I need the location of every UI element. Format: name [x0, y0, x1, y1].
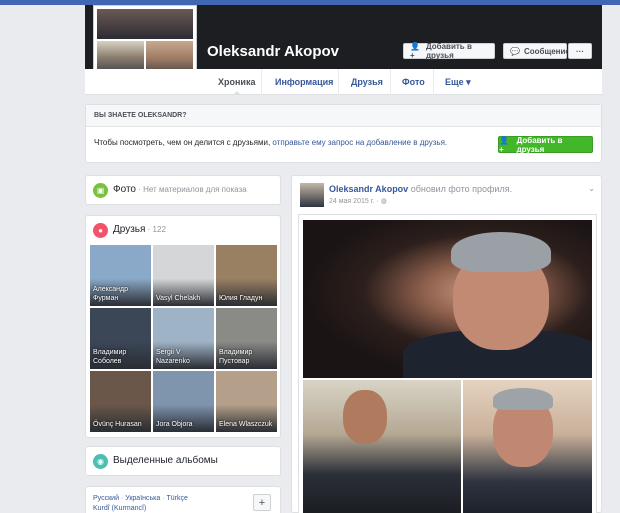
friends-grid: Александр Фурман Vasyl Chelakh Юлия Гладун…: [90, 245, 278, 432]
friend-name[interactable]: Jora Objora: [156, 420, 193, 429]
friend-name[interactable]: Александр Фурман: [93, 285, 151, 303]
post-photo-right[interactable]: [463, 380, 592, 513]
add-friend-green-button[interactable]: 👤+ Добавить в друзья: [498, 135, 593, 154]
tab-more[interactable]: Еще ▾: [445, 69, 471, 95]
tab-photos[interactable]: Фото: [402, 69, 425, 95]
more-languages-button[interactable]: +: [253, 494, 271, 511]
add-friend-icon: 👤+: [410, 42, 420, 60]
profile-tabs: Хроника Информация Друзья Фото Еще ▾: [85, 69, 602, 95]
timeline-post: Oleksandr Akopov обновил фото профиля. 2…: [291, 175, 602, 513]
tab-about[interactable]: Информация: [275, 69, 333, 95]
post-photo-main[interactable]: [303, 220, 592, 378]
friend-tile[interactable]: Александр Фурман: [90, 245, 151, 306]
friend-name[interactable]: Övünç Hurasan: [93, 420, 142, 429]
do-you-know-heading: ВЫ ЗНАЕТЕ OLEKSANDR?: [86, 105, 601, 127]
post-photo-left[interactable]: [303, 380, 461, 513]
friends-card-title[interactable]: Друзья: [113, 224, 145, 235]
message-label: Сообщение: [523, 46, 570, 56]
photos-card-subtitle: · Нет материалов для показа: [135, 185, 247, 194]
friend-name[interactable]: Elena Wlaszczuk: [219, 420, 272, 429]
friends-icon: ●: [93, 223, 108, 238]
post-header: Oleksandr Akopov обновил фото профиля.: [329, 184, 512, 194]
friends-count: · 122: [145, 225, 166, 234]
do-you-know-box: ВЫ ЗНАЕТЕ OLEKSANDR? Чтобы посмотреть, ч…: [85, 104, 602, 163]
add-friend-label: Добавить в друзья: [425, 42, 472, 60]
friend-name[interactable]: Vasyl Chelakh: [156, 294, 200, 303]
post-date-text[interactable]: 24 мая 2015 г. ·: [329, 198, 381, 205]
lang-russian[interactable]: Русский: [93, 495, 119, 502]
friends-card: ● Друзья · 122 Александр Фурман Vasyl Che…: [85, 215, 281, 438]
albums-icon: ◉: [93, 454, 108, 469]
friend-tile[interactable]: Vasyl Chelakh: [153, 245, 214, 306]
language-card: Русский · Українська · Türkçe Kurdî (Kur…: [85, 486, 281, 513]
post-date: 24 мая 2015 г. · ◍: [329, 197, 387, 205]
friend-tile[interactable]: Övünç Hurasan: [90, 371, 151, 432]
post-author-name[interactable]: Oleksandr Akopov: [329, 184, 408, 194]
friend-tile[interactable]: Юлия Гладун: [216, 245, 277, 306]
friend-name[interactable]: Владимир Пустовар: [219, 348, 277, 366]
photo-icon: ▣: [93, 183, 108, 198]
friend-tile[interactable]: Владимир Соболев: [90, 308, 151, 369]
add-friend-green-label: Добавить в друзья: [516, 135, 563, 154]
post-photo-collage: [298, 214, 597, 513]
photos-card: ▣ Фото · Нет материалов для показа: [85, 175, 281, 205]
message-button[interactable]: 💬 Сообщение: [503, 43, 570, 59]
post-author-avatar[interactable]: [300, 183, 324, 207]
lang-kurdish[interactable]: Kurdî (Kurmancî): [93, 505, 146, 512]
featured-albums-title[interactable]: Выделенные альбомы: [113, 455, 218, 466]
globe-icon: ◍: [380, 198, 387, 205]
friend-tile[interactable]: Sergii V Nazarenko: [153, 308, 214, 369]
friend-name[interactable]: Владимир Соболев: [93, 348, 151, 366]
post-action-text: обновил фото профиля.: [408, 184, 513, 194]
lang-ukrainian[interactable]: Українська: [125, 495, 160, 502]
tab-friends[interactable]: Друзья: [351, 69, 383, 95]
add-friend-button[interactable]: 👤+ Добавить в друзья: [403, 42, 495, 60]
add-friend-icon: 👤+: [499, 135, 509, 154]
more-options-button[interactable]: ···: [568, 43, 592, 59]
do-you-know-prefix: Чтобы посмотреть, чем он делится с друзь…: [94, 138, 273, 147]
featured-albums-card: ◉ Выделенные альбомы: [85, 446, 281, 476]
more-options-icon: ···: [576, 46, 584, 56]
messenger-icon: 💬: [510, 46, 520, 56]
post-options-chevron-icon[interactable]: ⌄: [588, 184, 595, 193]
profile-name[interactable]: Oleksandr Akopov: [207, 43, 339, 60]
friend-name[interactable]: Юлия Гладун: [219, 294, 262, 303]
profile-picture-top: [97, 9, 193, 39]
do-you-know-text: Чтобы посмотреть, чем он делится с друзь…: [94, 138, 447, 147]
photos-card-title[interactable]: Фото: [113, 184, 136, 195]
friend-name[interactable]: Sergii V Nazarenko: [156, 348, 214, 366]
tab-timeline[interactable]: Хроника: [218, 69, 255, 95]
send-request-link[interactable]: отправьте ему запрос на добавление в дру…: [272, 138, 447, 147]
lang-turkish[interactable]: Türkçe: [167, 495, 188, 502]
friend-tile[interactable]: Jora Objora: [153, 371, 214, 432]
friend-tile[interactable]: Elena Wlaszczuk: [216, 371, 277, 432]
language-list: Русский · Українська · Türkçe Kurdî (Kur…: [93, 495, 188, 512]
friend-tile[interactable]: Владимир Пустовар: [216, 308, 277, 369]
left-gutter: [0, 5, 85, 513]
